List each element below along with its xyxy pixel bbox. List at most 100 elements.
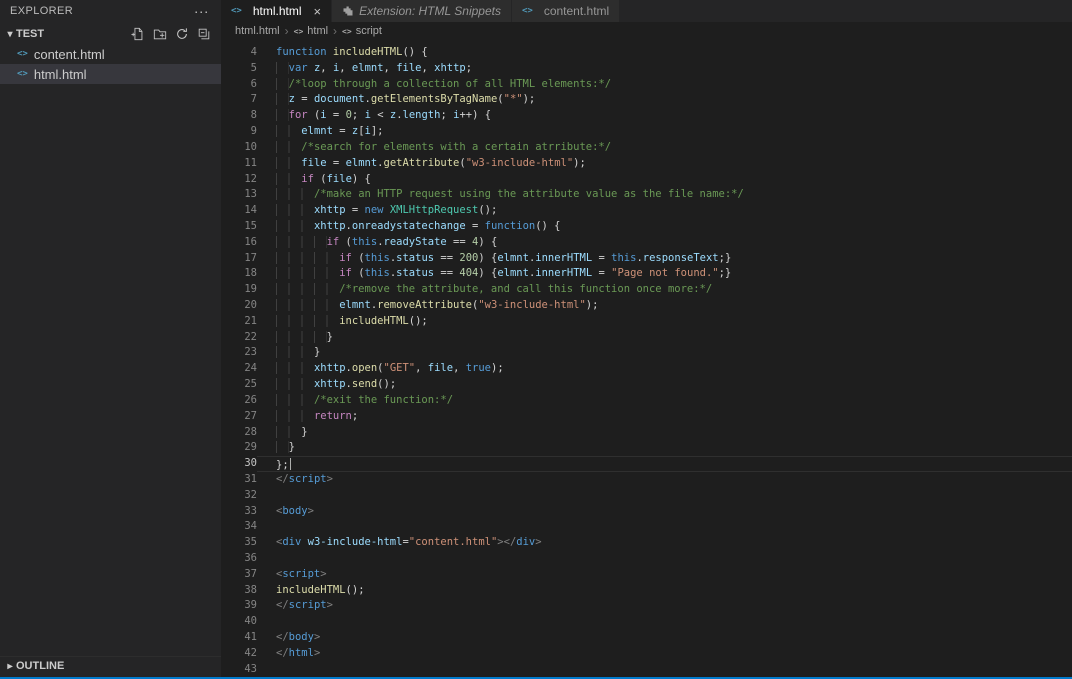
line-number[interactable]: 27 bbox=[221, 409, 257, 425]
line-number[interactable]: 9 bbox=[221, 124, 257, 140]
code-line-content[interactable]: xhttp.onreadystatechange = function() { bbox=[257, 219, 1072, 235]
line-number[interactable]: 29 bbox=[221, 440, 257, 456]
code-line: 41 </body> bbox=[221, 630, 1072, 646]
code-line-content[interactable]: return; bbox=[257, 409, 1072, 425]
code-line-content[interactable]: /*make an HTTP request using the attribu… bbox=[257, 187, 1072, 203]
code-line-content[interactable]: </script> bbox=[257, 472, 1072, 488]
line-number[interactable]: 22 bbox=[221, 330, 257, 346]
line-number[interactable]: 20 bbox=[221, 298, 257, 314]
line-number[interactable]: 33 bbox=[221, 504, 257, 520]
code-line-content[interactable]: includeHTML(); bbox=[257, 583, 1072, 599]
line-number[interactable]: 16 bbox=[221, 235, 257, 251]
line-number[interactable]: 41 bbox=[221, 630, 257, 646]
code-line-content[interactable]: } bbox=[257, 330, 1072, 346]
line-number[interactable]: 25 bbox=[221, 377, 257, 393]
code-line-content[interactable]: <div w3-include-html="content.html"></di… bbox=[257, 535, 1072, 551]
code-line-content[interactable]: } bbox=[257, 425, 1072, 441]
tab-extension-html-snippets[interactable]: Extension: HTML Snippets bbox=[332, 0, 512, 22]
line-number[interactable]: 36 bbox=[221, 551, 257, 567]
code-line-content[interactable]: </script> bbox=[257, 598, 1072, 614]
line-number[interactable]: 21 bbox=[221, 314, 257, 330]
code-line-content[interactable]: if (this.status == 404) {elmnt.innerHTML… bbox=[257, 266, 1072, 282]
code-line-content[interactable]: function includeHTML() { bbox=[257, 45, 1072, 61]
line-number[interactable]: 34 bbox=[221, 519, 257, 535]
breadcrumb-item-file[interactable]: html.html bbox=[235, 25, 280, 37]
code-line-content[interactable] bbox=[257, 551, 1072, 567]
line-number[interactable]: 12 bbox=[221, 172, 257, 188]
code-line-content[interactable] bbox=[257, 662, 1072, 677]
line-number[interactable]: 10 bbox=[221, 140, 257, 156]
line-number[interactable]: 24 bbox=[221, 361, 257, 377]
line-number[interactable]: 8 bbox=[221, 108, 257, 124]
line-number[interactable]: 28 bbox=[221, 425, 257, 441]
line-number[interactable]: 32 bbox=[221, 488, 257, 504]
breadcrumb-item-script[interactable]: <> script bbox=[342, 25, 382, 37]
code-line-content[interactable]: </body> bbox=[257, 630, 1072, 646]
code-token bbox=[276, 93, 289, 106]
line-number[interactable]: 6 bbox=[221, 77, 257, 93]
line-number[interactable]: 11 bbox=[221, 156, 257, 172]
code-line-content[interactable]: <script> bbox=[257, 567, 1072, 583]
line-number[interactable]: 40 bbox=[221, 614, 257, 630]
file-item-content-html[interactable]: <> content.html bbox=[0, 44, 221, 64]
new-folder-icon[interactable] bbox=[153, 27, 167, 41]
code-line-content[interactable]: includeHTML(); bbox=[257, 314, 1072, 330]
html-file-icon: <> bbox=[17, 69, 28, 79]
line-number[interactable]: 14 bbox=[221, 203, 257, 219]
line-number[interactable]: 18 bbox=[221, 266, 257, 282]
refresh-icon[interactable] bbox=[175, 27, 189, 41]
line-number[interactable]: 5 bbox=[221, 61, 257, 77]
line-number[interactable]: 23 bbox=[221, 345, 257, 361]
code-line-content[interactable]: /*exit the function:*/ bbox=[257, 393, 1072, 409]
collapse-all-icon[interactable] bbox=[197, 27, 211, 41]
code-editor[interactable]: 4 function includeHTML() {5 var z, i, elm… bbox=[221, 40, 1072, 677]
code-line-content[interactable]: z = document.getElementsByTagName("*"); bbox=[257, 92, 1072, 108]
code-line-content[interactable]: }; bbox=[257, 456, 1072, 472]
tab-html-html[interactable]: <> html.html × bbox=[221, 0, 333, 22]
code-line-content[interactable]: /*remove the attribute, and call this fu… bbox=[257, 282, 1072, 298]
code-line-content[interactable]: <body> bbox=[257, 504, 1072, 520]
file-item-html-html[interactable]: <> html.html bbox=[0, 64, 221, 84]
code-line-content[interactable] bbox=[257, 488, 1072, 504]
line-number[interactable]: 43 bbox=[221, 662, 257, 677]
code-line-content[interactable]: } bbox=[257, 345, 1072, 361]
line-number[interactable]: 17 bbox=[221, 251, 257, 267]
line-number[interactable]: 13 bbox=[221, 187, 257, 203]
line-number[interactable]: 37 bbox=[221, 567, 257, 583]
close-icon[interactable]: × bbox=[314, 5, 322, 18]
line-number[interactable]: 30 bbox=[221, 456, 257, 472]
code-line-content[interactable]: if (this.status == 200) {elmnt.innerHTML… bbox=[257, 251, 1072, 267]
line-number[interactable]: 19 bbox=[221, 282, 257, 298]
more-actions-icon[interactable]: ··· bbox=[192, 4, 211, 18]
code-line-content[interactable]: for (i = 0; i < z.length; i++) { bbox=[257, 108, 1072, 124]
code-line-content[interactable]: </html> bbox=[257, 646, 1072, 662]
code-line-content[interactable]: var z, i, elmnt, file, xhttp; bbox=[257, 61, 1072, 77]
line-number[interactable]: 4 bbox=[221, 45, 257, 61]
line-number[interactable]: 42 bbox=[221, 646, 257, 662]
code-line-content[interactable]: xhttp = new XMLHttpRequest(); bbox=[257, 203, 1072, 219]
code-line-content[interactable]: elmnt.removeAttribute("w3-include-html")… bbox=[257, 298, 1072, 314]
tab-content-html[interactable]: <> content.html bbox=[511, 0, 621, 22]
new-file-icon[interactable] bbox=[131, 27, 145, 41]
code-line-content[interactable]: xhttp.open("GET", file, true); bbox=[257, 361, 1072, 377]
line-number[interactable]: 31 bbox=[221, 472, 257, 488]
line-number[interactable]: 35 bbox=[221, 535, 257, 551]
line-number[interactable]: 26 bbox=[221, 393, 257, 409]
line-number[interactable]: 7 bbox=[221, 92, 257, 108]
code-line-content[interactable]: file = elmnt.getAttribute("w3-include-ht… bbox=[257, 156, 1072, 172]
code-line-content[interactable]: } bbox=[257, 440, 1072, 456]
code-line-content[interactable] bbox=[257, 519, 1072, 535]
breadcrumb-item-html[interactable]: <> html bbox=[294, 25, 328, 37]
outline-section[interactable]: ▸ OUTLINE bbox=[0, 656, 221, 675]
code-line-content[interactable]: if (this.readyState == 4) { bbox=[257, 235, 1072, 251]
line-number[interactable]: 15 bbox=[221, 219, 257, 235]
line-number[interactable]: 38 bbox=[221, 583, 257, 599]
line-number[interactable]: 39 bbox=[221, 598, 257, 614]
code-line-content[interactable]: if (file) { bbox=[257, 172, 1072, 188]
explorer-section-test[interactable]: ▾ TEST bbox=[0, 24, 221, 44]
code-line-content[interactable] bbox=[257, 614, 1072, 630]
code-line-content[interactable]: /*loop through a collection of all HTML … bbox=[257, 77, 1072, 93]
code-line-content[interactable]: xhttp.send(); bbox=[257, 377, 1072, 393]
code-line-content[interactable]: elmnt = z[i]; bbox=[257, 124, 1072, 140]
code-line-content[interactable]: /*search for elements with a certain atr… bbox=[257, 140, 1072, 156]
